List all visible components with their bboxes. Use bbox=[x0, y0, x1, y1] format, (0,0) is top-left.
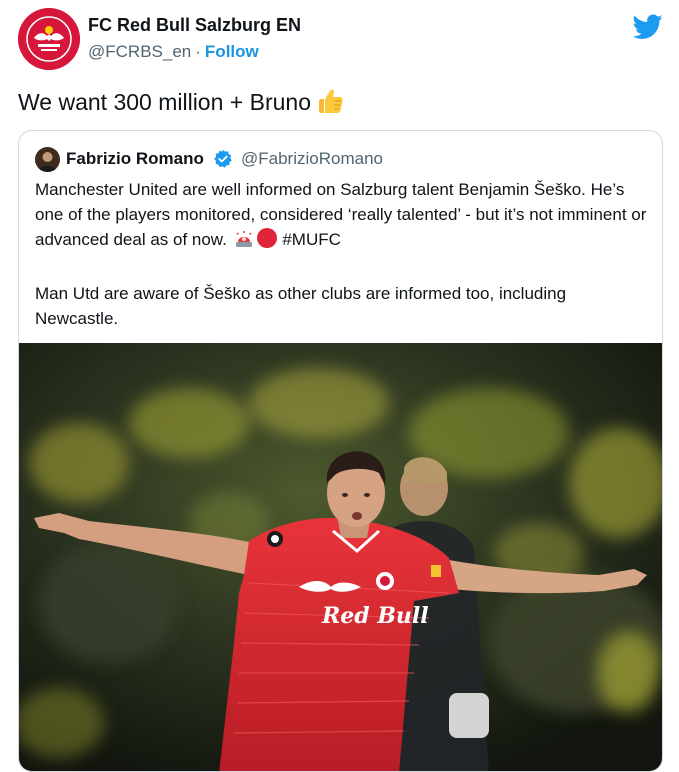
account-handle[interactable]: @FCRBS_en bbox=[88, 42, 191, 61]
jersey-sponsor-text: Red Bull bbox=[321, 603, 429, 629]
twitter-bird-icon[interactable] bbox=[633, 14, 663, 40]
red-circle-icon bbox=[256, 227, 278, 256]
police-light-icon bbox=[234, 229, 254, 256]
tweet-text-content: We want 300 million + Bruno bbox=[18, 89, 311, 115]
tweet-text: We want 300 million + Bruno bbox=[18, 86, 345, 123]
account-avatar[interactable] bbox=[18, 8, 80, 70]
quoted-paragraph-1: Manchester United are well informed on S… bbox=[35, 177, 650, 256]
quoted-author-name[interactable]: Fabrizio Romano bbox=[66, 149, 204, 169]
handle-row: @FCRBS_en · Follow bbox=[88, 42, 259, 62]
quoted-tweet-card[interactable]: Fabrizio Romano @FabrizioRomano Manchest… bbox=[18, 130, 663, 772]
player-celebration-image: Red Bull bbox=[19, 343, 662, 771]
dot-separator: · bbox=[195, 42, 201, 61]
hashtag-mufc[interactable]: #MUFC bbox=[282, 230, 341, 249]
quoted-paragraph-2: Man Utd are aware of Šeško as other club… bbox=[35, 284, 567, 328]
red-bull-crest-icon bbox=[18, 8, 80, 70]
account-name[interactable]: FC Red Bull Salzburg EN bbox=[88, 15, 301, 36]
quoted-author-avatar[interactable] bbox=[35, 147, 60, 172]
thumbs-up-icon bbox=[315, 86, 345, 123]
follow-button[interactable]: Follow bbox=[205, 42, 259, 61]
quoted-author-handle[interactable]: @FabrizioRomano bbox=[241, 149, 383, 169]
quoted-tweet-photo[interactable]: Red Bull bbox=[19, 343, 662, 771]
tweet-header: FC Red Bull Salzburg EN @FCRBS_en · Follow bbox=[18, 8, 663, 70]
verified-badge-icon bbox=[214, 149, 232, 168]
quoted-tweet-header: Fabrizio Romano @FabrizioRomano bbox=[35, 145, 635, 173]
quoted-tweet-body: Manchester United are well informed on S… bbox=[35, 177, 650, 331]
